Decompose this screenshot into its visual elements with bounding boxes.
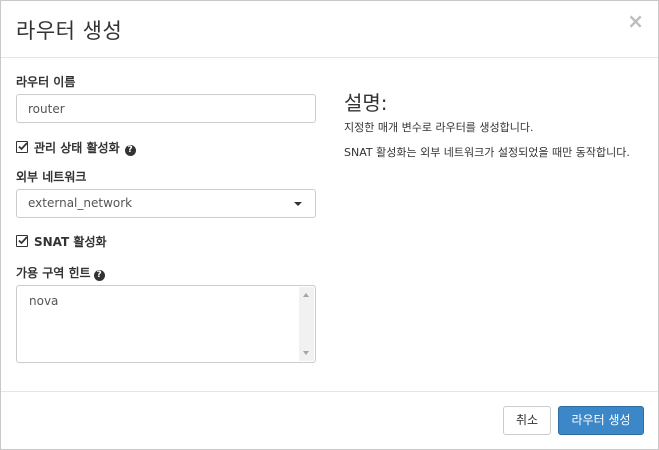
enable-snat-label: SNAT 활성화: [34, 235, 107, 249]
external-network-label: 외부 네트워크: [16, 170, 87, 184]
create-router-dialog: 라우터 생성 × 라우터 이름 관리 상태 활성화? 외부 네트워크 exter…: [0, 0, 659, 450]
description-title: 설명:: [344, 91, 388, 115]
create-router-button[interactable]: 라우터 생성: [558, 406, 644, 435]
external-network-select[interactable]: external_network: [16, 189, 316, 218]
az-hints-label-text: 가용 구역 힌트: [16, 266, 91, 280]
router-name-input[interactable]: [16, 94, 316, 123]
enable-snat-checkbox-row[interactable]: SNAT 활성화: [16, 233, 107, 250]
external-network-selected-value: external_network: [28, 196, 133, 210]
router-name-label: 라우터 이름: [16, 75, 76, 89]
description-paragraph-1: 지정한 매개 변수로 라우터를 생성합니다.: [344, 121, 534, 134]
admin-state-label: 관리 상태 활성화: [34, 141, 120, 155]
admin-state-checkbox-row[interactable]: 관리 상태 활성화?: [16, 139, 136, 156]
az-hints-multiselect[interactable]: nova: [16, 285, 316, 363]
help-icon[interactable]: ?: [93, 270, 105, 281]
dialog-footer: 취소 라우터 생성: [1, 391, 658, 450]
caret-down-icon: [294, 202, 302, 206]
help-icon[interactable]: ?: [124, 145, 136, 156]
check-icon[interactable]: [16, 235, 28, 247]
dialog-header: 라우터 생성 ×: [1, 1, 658, 58]
scroll-up-icon[interactable]: [303, 293, 309, 297]
az-hint-option[interactable]: nova: [29, 294, 58, 308]
az-hints-label: 가용 구역 힌트?: [16, 264, 105, 281]
close-icon[interactable]: ×: [627, 11, 644, 31]
check-icon[interactable]: [16, 141, 28, 153]
scrollbar[interactable]: [299, 287, 314, 361]
scroll-down-icon[interactable]: [303, 351, 309, 355]
cancel-button[interactable]: 취소: [503, 406, 551, 435]
description-paragraph-2: SNAT 활성화는 외부 네트워크가 설정되었을 때만 동작합니다.: [344, 146, 630, 159]
dialog-title: 라우터 생성: [16, 19, 123, 43]
